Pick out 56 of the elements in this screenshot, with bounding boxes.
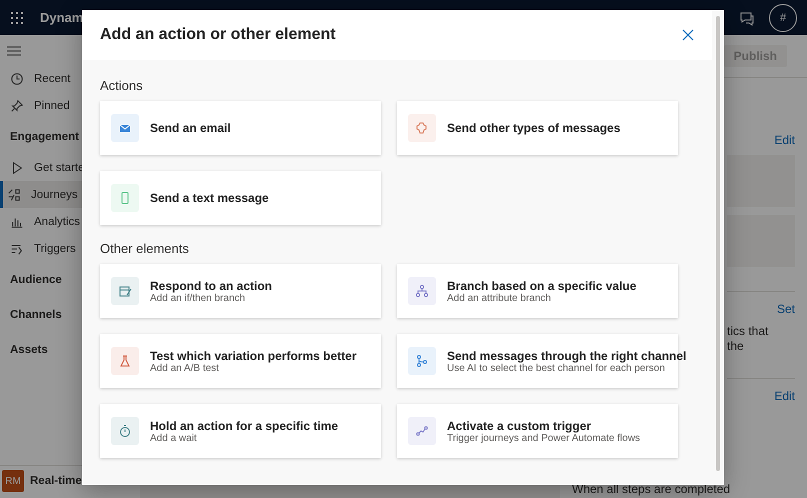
action-card[interactable]: Branch based on a specific value Add an attribute branch xyxy=(397,264,678,318)
card-title: Test which variation performs better xyxy=(150,348,356,362)
card-title: Send an email xyxy=(150,121,231,135)
action-card[interactable]: Test which variation performs better Add an A/B test xyxy=(100,334,381,388)
user-avatar[interactable]: # xyxy=(769,4,797,32)
close-icon[interactable] xyxy=(682,29,694,41)
card-subtitle: Add an A/B test xyxy=(150,362,220,374)
panel-text: the xyxy=(727,339,745,354)
section-heading: Actions xyxy=(100,78,144,93)
detail-card xyxy=(727,215,795,267)
play-icon xyxy=(10,160,24,174)
sidebar-group-header: Assets xyxy=(10,342,48,358)
card-title: Branch based on a specific value xyxy=(447,278,636,292)
sidebar-group-header: Channels xyxy=(10,308,62,322)
clock-icon xyxy=(10,72,24,86)
card-title: Send a text message xyxy=(150,191,269,205)
area-avatar[interactable]: RM xyxy=(2,470,24,492)
card-title: Activate a custom trigger xyxy=(447,418,592,432)
sidebar-label: Recent xyxy=(34,72,70,84)
app-launcher-icon[interactable] xyxy=(10,10,24,24)
detail-card xyxy=(727,155,795,207)
panel-text: tics that xyxy=(727,324,770,339)
action-card[interactable]: Hold an action for a specific time Add a wait xyxy=(100,404,381,458)
card-title: Send messages through the right channel xyxy=(447,348,686,362)
card-subtitle: Add an attribute branch xyxy=(447,292,552,304)
card-subtitle: Use AI to select the best channel for each person xyxy=(447,362,666,374)
action-card[interactable]: Respond to an action Add an if/then branch xyxy=(100,264,381,318)
card-title: Respond to an action xyxy=(150,278,272,292)
menu-icon[interactable] xyxy=(7,45,21,57)
dialog-title: Add an action or other element xyxy=(100,26,336,44)
sidebar-label: Journeys xyxy=(31,188,78,200)
scrollbar[interactable] xyxy=(716,16,720,471)
section-heading: Other elements xyxy=(100,241,190,256)
panel-text: When all steps are completed xyxy=(571,482,732,498)
sidebar-label: Triggers xyxy=(34,242,76,254)
sidebar-label: Analytics xyxy=(34,216,80,228)
action-card[interactable]: Send other types of messages xyxy=(397,101,678,155)
edit-link[interactable]: Edit xyxy=(774,133,795,147)
card-subtitle: Add an if/then branch xyxy=(150,292,246,304)
journey-icon xyxy=(7,188,21,202)
card-title: Hold an action for a specific time xyxy=(150,418,338,432)
action-card[interactable]: Send an email xyxy=(100,101,381,155)
area-label[interactable]: Real-time xyxy=(30,475,82,487)
action-card[interactable]: Activate a custom trigger Trigger journeys and Power Automate flows xyxy=(397,404,678,458)
action-card[interactable]: Send a text message xyxy=(100,171,381,225)
chat-icon[interactable] xyxy=(739,10,755,26)
edit-link[interactable]: Edit xyxy=(774,389,795,403)
set-link[interactable]: Set xyxy=(776,302,795,316)
sidebar-group-header: Audience xyxy=(10,272,62,288)
pin-icon xyxy=(10,98,24,112)
app-name: Dynam xyxy=(40,10,84,25)
card-subtitle: Add a wait xyxy=(150,432,198,444)
card-title: Send other types of messages xyxy=(447,121,620,135)
card-subtitle: Trigger journeys and Power Automate flows xyxy=(447,432,640,444)
sidebar-label: Pinned xyxy=(34,100,70,112)
sidebar-group-header: Engagement xyxy=(10,130,80,144)
